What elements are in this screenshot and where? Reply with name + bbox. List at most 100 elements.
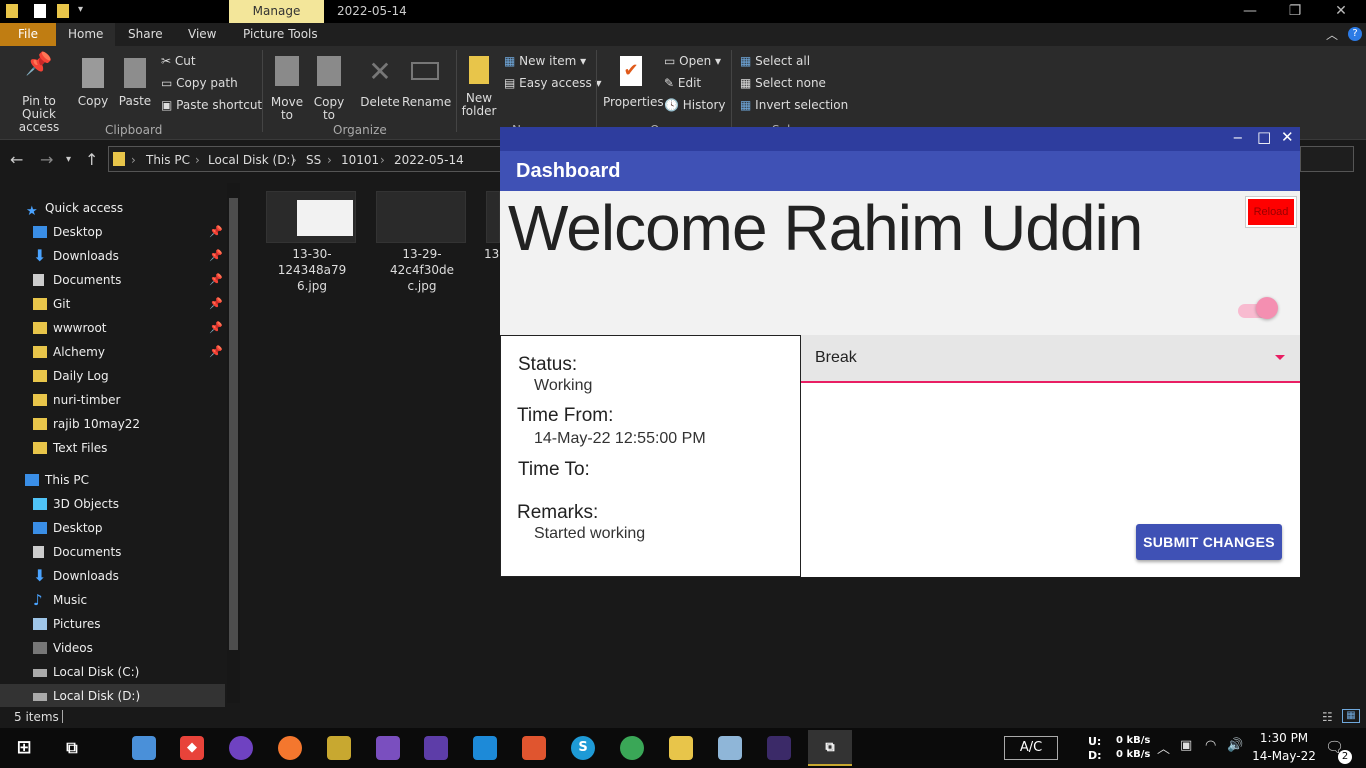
breadcrumb-10101[interactable]: 10101 bbox=[341, 153, 379, 167]
nav-item-alchemy[interactable]: Alchemy 📌 bbox=[0, 340, 225, 364]
github-desktop-icon[interactable] bbox=[229, 736, 253, 760]
nav-item-documents[interactable]: Documents 📌 bbox=[0, 268, 225, 292]
invert-selection-button[interactable]: ▦ Invert selection bbox=[740, 98, 848, 112]
status-select[interactable]: Break bbox=[801, 335, 1300, 383]
vscode-icon[interactable] bbox=[473, 736, 497, 760]
copy-to-button[interactable]: Copy to bbox=[312, 56, 346, 122]
forward-arrow-icon[interactable]: → bbox=[40, 150, 53, 169]
nav-item-nuri-timber[interactable]: nuri-timber bbox=[0, 388, 225, 412]
back-arrow-icon[interactable]: ← bbox=[10, 150, 23, 169]
breadcrumb-ss[interactable]: SS bbox=[306, 153, 321, 167]
select-all-button[interactable]: ▦ Select all bbox=[740, 54, 810, 68]
paste-button[interactable]: Paste bbox=[118, 58, 152, 108]
new-item-button[interactable]: ▦ New item ▾ bbox=[504, 54, 586, 68]
nav-item-music[interactable]: ♪ Music bbox=[0, 588, 225, 612]
breadcrumb-local-disk-d[interactable]: Local Disk (D:) bbox=[208, 153, 295, 167]
breadcrumb-this-pc[interactable]: This PC bbox=[146, 153, 190, 167]
nav-item-wwwroot[interactable]: wwwroot 📌 bbox=[0, 316, 225, 340]
file-thumbnail[interactable] bbox=[486, 191, 500, 243]
nav-item-rajib-10may22[interactable]: rajib 10may22 bbox=[0, 412, 225, 436]
nav-item-documents-pc[interactable]: Documents bbox=[0, 540, 225, 564]
help-icon[interactable]: ? bbox=[1348, 27, 1362, 41]
copy-path-button[interactable]: ▭ Copy path bbox=[161, 76, 238, 90]
app-close-icon[interactable]: ✕ bbox=[1281, 128, 1294, 146]
large-icons-view-icon[interactable]: ▦ bbox=[1342, 709, 1360, 723]
delete-button[interactable]: ✕ Delete bbox=[360, 56, 400, 109]
clock-date[interactable]: 14-May-22 bbox=[1250, 749, 1318, 763]
close-icon[interactable]: ✕ bbox=[1318, 1, 1364, 21]
move-to-button[interactable]: Move to bbox=[270, 56, 304, 122]
manage-tab[interactable]: Manage bbox=[229, 0, 324, 23]
history-button[interactable]: 🕓 History bbox=[664, 98, 725, 112]
nav-item-daily-log[interactable]: Daily Log bbox=[0, 364, 225, 388]
nav-item-desktop[interactable]: Desktop 📌 bbox=[0, 220, 225, 244]
search-box[interactable] bbox=[1300, 146, 1354, 172]
properties-button[interactable]: ✔ Properties bbox=[603, 56, 664, 109]
customize-qat-icon[interactable]: ▾ bbox=[78, 4, 90, 18]
status-toggle-knob[interactable] bbox=[1256, 297, 1278, 319]
file-explorer-icon[interactable] bbox=[669, 736, 693, 760]
tray-chevron-icon[interactable]: ︿ bbox=[1157, 738, 1170, 757]
nav-item-pictures[interactable]: Pictures bbox=[0, 612, 225, 636]
nav-item-local-disk-d[interactable]: Local Disk (D:) bbox=[0, 684, 225, 708]
up-arrow-icon[interactable]: ↑ bbox=[85, 150, 98, 169]
nav-item-downloads-pc[interactable]: ⬇ Downloads bbox=[0, 564, 225, 588]
properties-icon[interactable] bbox=[34, 4, 46, 18]
nav-scrollbar-thumb[interactable] bbox=[229, 198, 238, 650]
nav-item-quick-access[interactable]: ★ Quick access bbox=[0, 196, 225, 220]
task-view-icon[interactable]: ⧉ bbox=[60, 736, 84, 760]
app-maximize-icon[interactable]: □ bbox=[1257, 128, 1271, 146]
nav-item-desktop-pc[interactable]: Desktop bbox=[0, 516, 225, 540]
visual-studio-icon[interactable] bbox=[376, 736, 400, 760]
wifi-icon[interactable]: ◠ bbox=[1205, 738, 1216, 753]
skype-icon[interactable]: S bbox=[571, 736, 595, 760]
anydesk-icon[interactable]: ◆ bbox=[180, 736, 204, 760]
postman-icon[interactable] bbox=[278, 736, 302, 760]
nav-item-this-pc[interactable]: This PC bbox=[0, 468, 225, 492]
open-button[interactable]: ▭ Open ▾ bbox=[664, 54, 721, 68]
nav-item-downloads[interactable]: ⬇ Downloads 📌 bbox=[0, 244, 225, 268]
file-name[interactable]: 13 bbox=[484, 246, 500, 262]
restore-icon[interactable]: ❐ bbox=[1272, 1, 1318, 21]
new-folder-icon[interactable] bbox=[57, 4, 69, 18]
clock-time[interactable]: 1:30 PM bbox=[1252, 731, 1316, 745]
details-view-icon[interactable]: ☷ bbox=[1322, 710, 1333, 724]
visual-studio-2-icon[interactable] bbox=[424, 736, 448, 760]
nav-item-local-disk-c[interactable]: Local Disk (C:) bbox=[0, 660, 225, 684]
terminal-icon[interactable] bbox=[767, 736, 791, 760]
cut-button[interactable]: ✂ Cut bbox=[161, 54, 196, 68]
collapse-ribbon-icon[interactable]: ︿ bbox=[1326, 26, 1338, 43]
this-pc-app-icon[interactable] bbox=[132, 736, 156, 760]
file-name[interactable]: 13-30-124348a79 6.jpg bbox=[264, 246, 360, 294]
windows-start-icon[interactable]: ⊞ bbox=[12, 736, 36, 760]
file-thumbnail[interactable] bbox=[266, 191, 356, 243]
submit-changes-button[interactable]: SUBMIT CHANGES bbox=[1136, 524, 1282, 560]
rename-button[interactable]: Rename bbox=[402, 56, 451, 109]
nav-item-3d-objects[interactable]: 3D Objects bbox=[0, 492, 225, 516]
app-tool-icon[interactable] bbox=[327, 736, 351, 760]
file-thumbnail[interactable] bbox=[376, 191, 466, 243]
tab-home[interactable]: Home bbox=[56, 23, 116, 46]
paste-shortcut-button[interactable]: ▣ Paste shortcut bbox=[161, 98, 262, 112]
pin-to-quick-access-button[interactable]: 📌 Pin to Quick access bbox=[4, 54, 74, 134]
monitor-icon[interactable]: ▣ bbox=[1180, 738, 1192, 753]
brave-browser-icon[interactable] bbox=[522, 736, 546, 760]
address-input[interactable]: › This PC › Local Disk (D:) › SS › 10101… bbox=[108, 146, 502, 172]
ac-indicator[interactable]: A/C bbox=[1004, 736, 1058, 760]
select-none-button[interactable]: ▦ Select none bbox=[740, 76, 826, 90]
nav-item-text-files[interactable]: Text Files bbox=[0, 436, 225, 460]
copy-button[interactable]: Copy bbox=[76, 58, 110, 108]
new-folder-button[interactable]: New folder bbox=[460, 56, 498, 118]
active-app-icon[interactable]: ⧉ bbox=[808, 730, 852, 766]
tab-share[interactable]: Share bbox=[116, 23, 175, 46]
reload-button[interactable]: Reload bbox=[1245, 196, 1297, 228]
nav-item-git[interactable]: Git 📌 bbox=[0, 292, 225, 316]
tab-file[interactable]: File bbox=[0, 23, 56, 46]
notepad-icon[interactable] bbox=[718, 736, 742, 760]
file-name[interactable]: 13-29-42c4f30de c.jpg bbox=[374, 246, 470, 294]
edit-button[interactable]: ✎ Edit bbox=[664, 76, 701, 90]
tab-picture-tools[interactable]: Picture Tools bbox=[231, 23, 330, 46]
easy-access-button[interactable]: ▤ Easy access ▾ bbox=[504, 76, 602, 90]
nav-item-videos[interactable]: Videos bbox=[0, 636, 225, 660]
app-minimize-icon[interactable]: ‒ bbox=[1233, 128, 1243, 146]
